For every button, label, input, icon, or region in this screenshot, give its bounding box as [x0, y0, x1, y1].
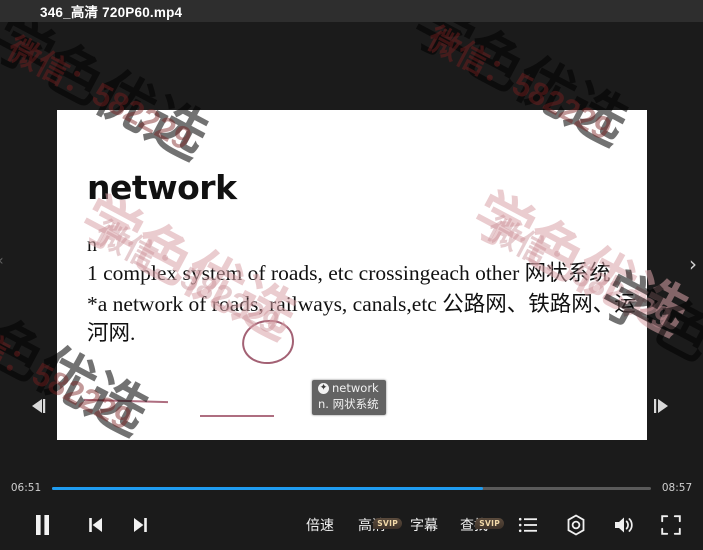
svip-badge: SVIP [475, 518, 504, 529]
total-time-label: 08:57 [661, 482, 693, 494]
title-bar: 346_高清 720P60.mp4 [0, 0, 703, 22]
video-stage[interactable]: network n 1 complex system of roads, etc… [0, 22, 703, 470]
star-icon: ✦ [318, 383, 329, 395]
chevron-right-icon[interactable]: › [689, 254, 697, 274]
video-player-window: 346_高清 720P60.mp4 network n 1 complex sy… [0, 0, 703, 550]
svip-badge: SVIP [373, 518, 402, 529]
part-of-speech: n [87, 234, 97, 256]
step-forward-button[interactable] [652, 398, 670, 414]
step-backward-button[interactable] [30, 398, 48, 414]
volume-button[interactable] [608, 500, 640, 550]
next-button[interactable] [124, 500, 156, 550]
seek-bar-fill [52, 486, 484, 490]
playback-speed-label: 倍速 [306, 518, 334, 534]
window-title: 346_高清 720P60.mp4 [40, 5, 183, 20]
search-button[interactable]: 查找 SVIP [460, 500, 504, 550]
tooltip-meaning: n. 网状系统 [318, 396, 379, 411]
word-lookup-tooltip: ✦ network n. 网状系统 [312, 380, 386, 416]
seek-bar[interactable] [52, 486, 651, 490]
definition-line: 1 complex system of roads, etc crossinge… [87, 261, 611, 285]
settings-gear-icon[interactable] [560, 500, 592, 550]
previous-button[interactable] [80, 500, 112, 550]
tooltip-word: network [332, 381, 379, 395]
control-bar: 06:51 08:57 倍速 高清 SVIP 字幕 查找 SVIP [0, 470, 703, 550]
current-time-label: 06:51 [10, 482, 42, 494]
pause-button[interactable] [26, 500, 58, 550]
quality-button[interactable]: 高清 SVIP [358, 500, 402, 550]
playlist-button[interactable] [512, 500, 544, 550]
subtitles-button[interactable]: 字幕 [410, 500, 438, 550]
chevron-left-icon[interactable]: ‹ [0, 254, 4, 268]
headword: network [87, 168, 237, 207]
progress-row: 06:51 08:57 [0, 478, 703, 498]
playback-speed-button[interactable]: 倍速 [306, 500, 334, 550]
dictionary-page-image: network n 1 complex system of roads, etc… [57, 110, 647, 440]
fullscreen-button[interactable] [655, 500, 687, 550]
example-line: *a network of roads, railways, canals,et… [87, 292, 636, 346]
button-row: 倍速 高清 SVIP 字幕 查找 SVIP [0, 500, 703, 550]
subtitles-label: 字幕 [410, 518, 438, 534]
